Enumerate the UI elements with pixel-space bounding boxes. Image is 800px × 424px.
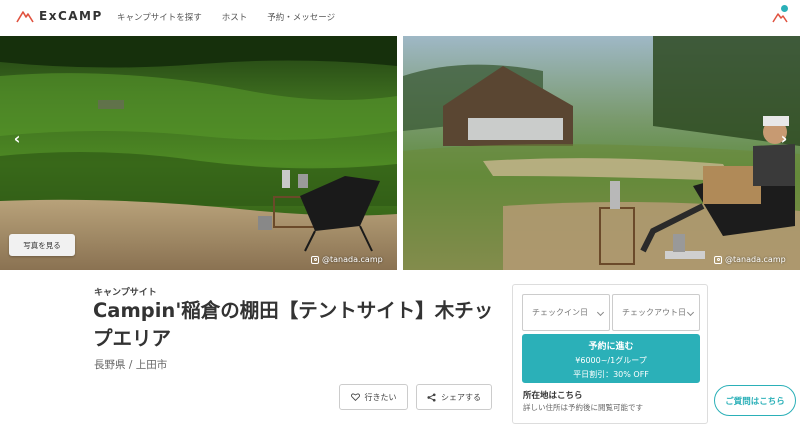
nav-reservations-messages[interactable]: 予約・メッセージ [267, 11, 335, 23]
photo-credit-left: @tanada.camp [311, 255, 383, 264]
nav-find-campsite[interactable]: キャンプサイトを探す [117, 11, 202, 23]
share-icon [427, 392, 436, 402]
checkin-placeholder: チェックイン日 [532, 308, 588, 317]
gallery-next-arrow-icon[interactable]: › [775, 128, 793, 150]
gallery-prev-arrow-icon[interactable]: ‹ [8, 128, 26, 150]
main-nav: キャンプサイトを探す ホスト 予約・メッセージ [117, 11, 335, 23]
want-to-go-button[interactable]: 行きたい [339, 384, 408, 410]
top-header: ExCAMP キャンプサイトを探す ホスト 予約・メッセージ [0, 0, 800, 36]
share-button[interactable]: シェアする [416, 384, 492, 410]
checkout-date-field[interactable]: チェックアウト日 [612, 294, 700, 331]
heart-icon [350, 393, 360, 401]
weekday-discount: 平日割引：30% OFF [573, 370, 649, 379]
location-note: 詳しい住所は予約後に閲覧可能です [523, 403, 643, 412]
instagram-icon [714, 255, 722, 264]
logo-text: ExCAMP [39, 9, 103, 23]
booking-card: チェックイン日 チェックアウト日 予約に進む ¥6000~/1グループ 平日割引… [512, 284, 708, 424]
reserve-button[interactable]: 予約に進む ¥6000~/1グループ 平日割引：30% OFF [522, 334, 700, 383]
share-label: シェアする [441, 392, 481, 402]
excamp-logo[interactable]: ExCAMP [16, 9, 103, 23]
chevron-down-icon [596, 308, 605, 317]
nav-host[interactable]: ホスト [222, 11, 248, 23]
campsite-photo-2[interactable] [403, 36, 800, 270]
ask-question-button[interactable]: ご質問はこちら [714, 385, 796, 416]
photo-gallery: ‹ › 写真を見る @tanada.camp @tanada.camp [0, 36, 800, 270]
want-to-go-label: 行きたい [364, 392, 397, 402]
price-text: ¥6000~/1グループ [575, 356, 647, 365]
reserve-label: 予約に進む [588, 342, 634, 352]
mountain-logo-icon [16, 11, 34, 23]
photo-credit-text: @tanada.camp [322, 255, 383, 264]
checkin-date-field[interactable]: チェックイン日 [522, 294, 610, 331]
see-photos-button[interactable]: 写真を見る [9, 234, 75, 256]
listing-location[interactable]: 長野県 / 上田市 [94, 357, 167, 372]
instagram-icon [311, 255, 319, 264]
photo-credit-text: @tanada.camp [725, 255, 786, 264]
checkout-placeholder: チェックアウト日 [622, 308, 686, 317]
location-label: 所在地はこちら [523, 391, 583, 401]
photo-credit-right: @tanada.camp [714, 255, 786, 264]
notification-dot [781, 5, 788, 12]
chevron-down-icon [686, 308, 695, 317]
listing-title: Campin'稲倉の棚田【テントサイト】木チップエリア [93, 299, 494, 350]
